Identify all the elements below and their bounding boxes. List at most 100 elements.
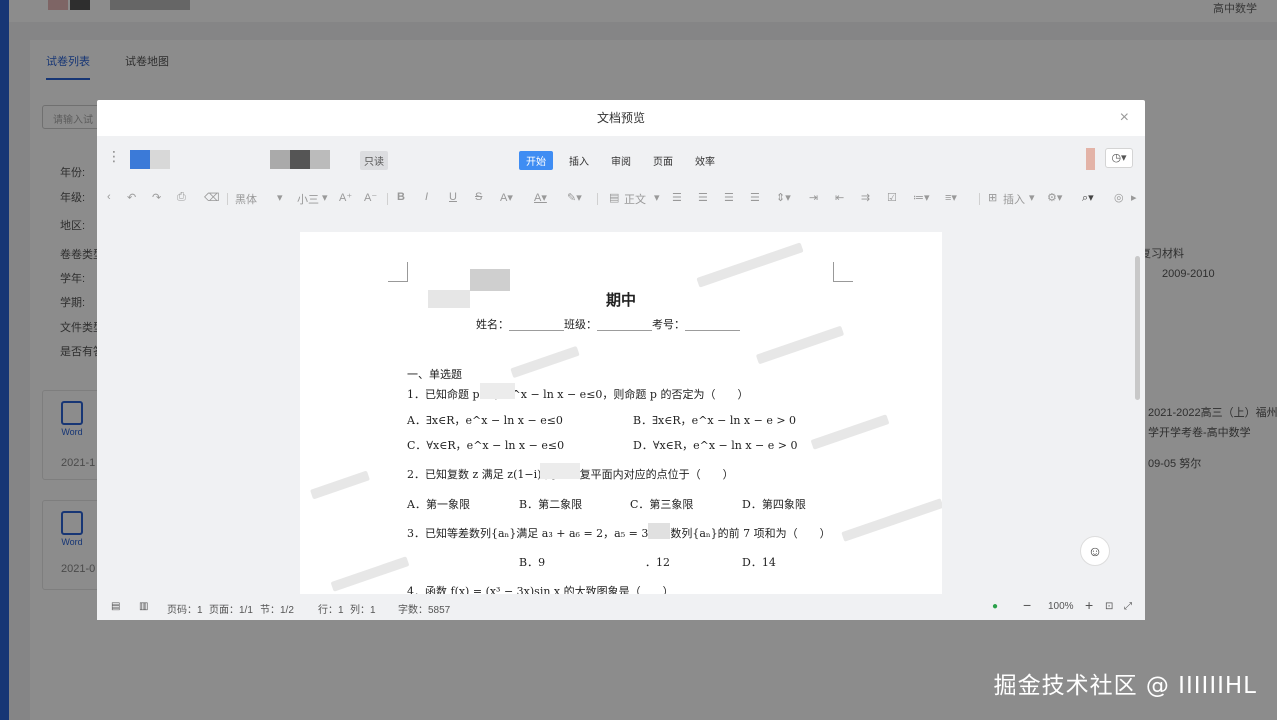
question-2-option: A．第一象限: [407, 498, 470, 511]
redo-icon[interactable]: ↷: [152, 191, 161, 204]
zoom-in-icon[interactable]: +: [1085, 597, 1093, 613]
chevron-down-icon[interactable]: ▾: [654, 191, 660, 204]
page-view-icon[interactable]: ▥: [139, 601, 148, 612]
blurred-file-icon-part: [150, 150, 170, 169]
font-effect-icon[interactable]: A▾: [500, 191, 513, 204]
tab-page[interactable]: 页面: [646, 151, 680, 170]
tools-icon[interactable]: ⚙▾: [1047, 191, 1062, 204]
close-icon[interactable]: ×: [1120, 100, 1129, 136]
blurred-streak: [810, 414, 890, 450]
cloud-sync-icon[interactable]: ●: [992, 601, 998, 612]
divider: [597, 193, 598, 205]
section-heading: 一、单选题: [407, 368, 462, 381]
question-3-option: ．12: [645, 556, 670, 569]
question-3-option: B．9: [519, 556, 546, 569]
zoom-out-icon[interactable]: −: [1023, 597, 1031, 613]
question-4: 4．函数 f(x) = (x³ − 3x)sin x 的大致图象是（ ）: [407, 585, 674, 594]
blurred-streak: [841, 498, 942, 542]
align-right-icon[interactable]: ☰: [724, 191, 734, 204]
zoom-level[interactable]: 100%: [1048, 601, 1074, 612]
document-title: 期中: [605, 291, 636, 309]
divider: [387, 193, 388, 205]
chevron-down-icon[interactable]: ▾: [1029, 191, 1035, 204]
underline-icon[interactable]: U: [449, 191, 457, 203]
chevron-right-icon[interactable]: ▸: [1131, 191, 1137, 204]
more-tools-icon[interactable]: ◎: [1114, 191, 1124, 204]
document-outline-icon[interactable]: ▤: [111, 601, 120, 612]
blurred-filename-part: [290, 150, 310, 169]
print-icon[interactable]: ⎙: [177, 191, 186, 204]
numbered-list-icon[interactable]: ≡▾: [945, 191, 957, 204]
question-2-option: C．第三象限: [630, 498, 694, 511]
chevron-down-icon[interactable]: ▾: [322, 191, 328, 204]
readonly-badge: 只读: [360, 151, 388, 170]
column-indicator: 列：1: [350, 605, 376, 616]
more-vertical-icon[interactable]: ⋮: [107, 148, 121, 165]
question-3: 3．已知等差数列{aₙ}满足 a₃ + a₆ = 2，a₅ = 3，则数列{aₙ…: [407, 527, 831, 540]
student-info-line: 姓名：__________班级：__________考号：__________: [476, 318, 740, 331]
paragraph-style-select[interactable]: 正文: [624, 191, 646, 207]
search-icon[interactable]: ⌕▾: [1082, 191, 1094, 205]
highlight-icon[interactable]: ✎▾: [567, 191, 582, 204]
crop-mark: [833, 262, 853, 282]
document-preview-modal: 文档预览 × ⋮ 只读 开始 插入 审阅 页面 效率 ◷▾ ‹ ↶ ↷ ⎙ ⌫: [97, 100, 1145, 620]
divider: [979, 193, 980, 205]
list-icon[interactable]: ⇉: [861, 191, 870, 204]
tab-insert[interactable]: 插入: [562, 151, 596, 170]
assistant-robot-icon[interactable]: ☺: [1080, 536, 1110, 566]
font-family-select[interactable]: 黑体: [235, 191, 257, 207]
italic-icon[interactable]: I: [425, 191, 428, 203]
word-count: 字数：5857: [398, 605, 451, 616]
clear-format-icon[interactable]: ⌫: [204, 191, 220, 204]
increase-font-icon[interactable]: A⁺: [339, 191, 352, 204]
blurred-streak: [310, 470, 370, 500]
document-page[interactable]: 期中 姓名：__________班级：__________考号：________…: [300, 232, 942, 594]
blurred-region: [480, 383, 515, 399]
line-spacing-icon[interactable]: ⇕▾: [776, 191, 791, 204]
page-count: 页面：1/1: [209, 605, 253, 616]
chevron-down-icon[interactable]: ▾: [277, 191, 283, 204]
modal-header: 文档预览 ×: [97, 100, 1145, 136]
history-clock-icon[interactable]: ◷▾: [1105, 148, 1133, 168]
question-3-option: D．14: [742, 556, 776, 569]
section-count: 节：1/2: [260, 605, 294, 616]
fit-width-icon[interactable]: ⊡: [1105, 601, 1113, 612]
row-indicator: 行：1: [318, 605, 344, 616]
checklist-icon[interactable]: ☑: [887, 191, 897, 204]
decrease-font-icon[interactable]: A⁻: [364, 191, 377, 204]
watermark-text: 掘金技术社区 @ IIIIIIHL: [993, 673, 1257, 699]
outdent-icon[interactable]: ⇤: [835, 191, 844, 204]
formatting-toolbar: ‹ ↶ ↷ ⎙ ⌫ 黑体 ▾ 小三 ▾ A⁺ A⁻ B I U S A▾ A▾ …: [97, 180, 1145, 216]
vertical-scrollbar[interactable]: [1135, 256, 1140, 400]
tab-review[interactable]: 审阅: [604, 151, 638, 170]
blurred-region: [648, 523, 670, 539]
avatar[interactable]: [1086, 148, 1095, 170]
insert-menu[interactable]: 插入: [1003, 191, 1025, 207]
modal-title: 文档预览: [596, 111, 645, 125]
editor-menubar: ⋮ 只读 开始 插入 审阅 页面 效率 ◷▾: [97, 136, 1145, 180]
bold-icon[interactable]: B: [397, 191, 405, 203]
indent-icon[interactable]: ⇥: [809, 191, 818, 204]
page-number: 页码：1: [167, 605, 203, 616]
blurred-region: [540, 463, 580, 479]
blurred-file-icon: [130, 150, 150, 169]
bullet-list-icon[interactable]: ≔▾: [913, 191, 930, 204]
blurred-filename-part: [310, 150, 330, 169]
fullscreen-icon[interactable]: ⤢: [1124, 601, 1132, 612]
insert-image-icon[interactable]: ⊞: [988, 191, 997, 204]
question-1-option: D．∀x∈R，e^x − ln x − e > 0: [633, 439, 798, 452]
tab-start[interactable]: 开始: [519, 151, 553, 170]
question-1-option: C．∀x∈R，e^x − ln x − e≤0: [407, 439, 565, 452]
undo-icon[interactable]: ↶: [127, 191, 136, 204]
question-1: 1．已知命题 p： ，e^x − ln x − e≤0，则命题 p 的否定为（ …: [407, 388, 749, 401]
format-painter-icon[interactable]: ‹: [107, 191, 111, 203]
align-center-icon[interactable]: ☰: [698, 191, 708, 204]
strikethrough-icon[interactable]: S: [475, 191, 482, 203]
paragraph-style-icon[interactable]: ▤: [609, 191, 619, 204]
blurred-streak: [696, 242, 804, 288]
justify-icon[interactable]: ☰: [750, 191, 760, 204]
tab-efficiency[interactable]: 效率: [688, 151, 722, 170]
align-left-icon[interactable]: ☰: [672, 191, 682, 204]
font-size-select[interactable]: 小三: [297, 191, 319, 207]
font-color-icon[interactable]: A▾: [534, 191, 547, 204]
